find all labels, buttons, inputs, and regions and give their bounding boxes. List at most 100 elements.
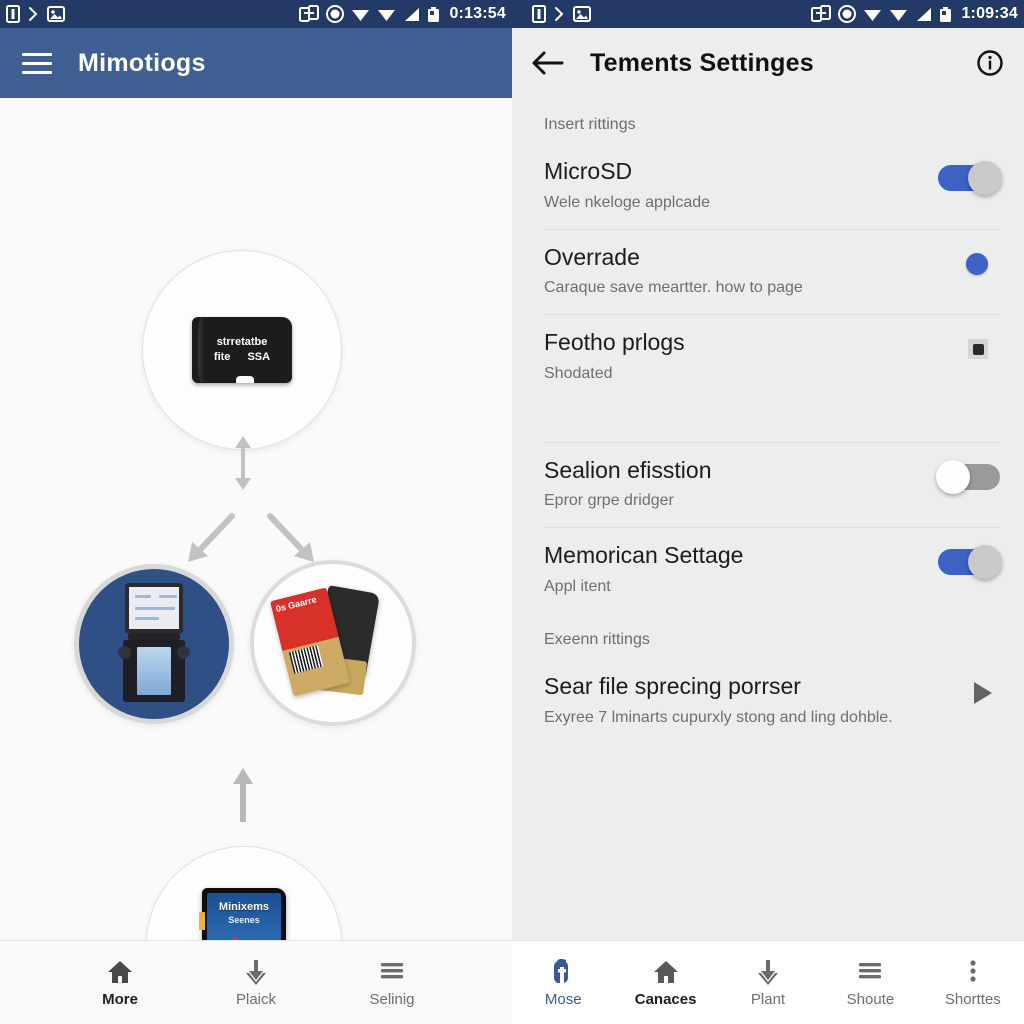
section-header-exeenn: Exeenn rittings [544, 630, 650, 648]
photo-icon [573, 6, 591, 22]
nav-item-plaick[interactable]: Plaick [188, 959, 324, 1007]
two-memory-cards-art: 0s Gaarre [270, 583, 393, 703]
right-app-bar: Tements Settinges [512, 28, 1024, 98]
nav-item-plant-label: Plant [750, 990, 786, 1008]
wifi-icon [889, 7, 908, 22]
overrade-radio[interactable] [966, 252, 988, 275]
battery-icon [939, 6, 952, 23]
more-vert-icon [959, 959, 987, 985]
settings-list: Insert rittings MicroSD Wele nkeloge app… [512, 98, 1024, 952]
settings-page-title: Tements Settinges [590, 48, 814, 77]
download-icon [754, 959, 782, 985]
sim-card-icon [532, 5, 546, 23]
screenshot-icon [811, 5, 832, 23]
settings-row-memorican-settage-title: Memorican Settage [544, 542, 744, 569]
double-arrow-vertical-icon [228, 434, 258, 492]
screenshot-icon [299, 5, 320, 23]
microsd-card-line3: SSA [247, 350, 271, 363]
nav-item-selinig[interactable]: Selinig [324, 959, 460, 1007]
left-status-bar: 0:13:54 [0, 0, 512, 28]
feotho-prlogs-indicator[interactable] [968, 339, 988, 360]
wifi-icon [863, 7, 882, 22]
wifi-icon [377, 7, 396, 22]
settings-row-overrade[interactable]: Overrade Caraque save meartter. how to p… [512, 230, 1024, 315]
nav-item-shoute-label: Shoute [846, 990, 895, 1008]
arrow-down-left-icon [182, 512, 238, 564]
right-phone-screen: 1:09:34 Tements Settinges Insert ritting… [512, 0, 1024, 1024]
dual-screen-device-art [118, 583, 190, 705]
settings-row-sealion-efisstion[interactable]: Sealion efisstion Epror grpe dridger [512, 443, 1024, 528]
right-status-time: 1:09:34 [961, 5, 1018, 22]
facebook-icon [549, 958, 577, 985]
nav-item-plaick-label: Plaick [235, 990, 276, 1008]
settings-row-sear-file-sprecing-subtitle: Exyree 7 lminarts cupurxly stong and lin… [544, 708, 893, 726]
nav-item-shorttes-label: Shorttes [944, 990, 1001, 1008]
play-arrow-icon[interactable] [974, 681, 992, 704]
section-header-insert: Insert rittings [544, 116, 636, 133]
photo-icon [47, 6, 65, 22]
left-app-bar: Mimotiogs [0, 28, 512, 98]
diagram-node-memory-cards[interactable]: 0s Gaarre [250, 560, 416, 726]
nav-item-mose-label: Mose [544, 990, 582, 1008]
home-icon [652, 959, 680, 985]
settings-row-sealion-efisstion-subtitle: Epror grpe dridger [544, 492, 674, 510]
nav-item-canaces[interactable]: Canaces [614, 959, 716, 1007]
list-icon [378, 959, 406, 985]
home-icon [106, 959, 134, 985]
settings-row-microsd-subtitle: Wele nkeloge applcade [544, 193, 711, 211]
nav-item-shorttes[interactable]: Shorttes [922, 959, 1024, 1007]
left-bottom-nav: More Plaick Selinig [0, 940, 512, 1024]
nav-item-more-label: More [102, 990, 138, 1008]
settings-row-sear-file-sprecing[interactable]: Sear file sprecing porrser Exyree 7 lmin… [512, 659, 1024, 744]
download-icon [242, 959, 270, 985]
storage-flow-diagram: strretatbe fite SSA 0s Gaarre Minixems S… [0, 98, 512, 1024]
left-phone-screen: 0:13:54 Mimotiogs strretatbe fite SSA 0s… [0, 0, 512, 1024]
microsd-card-line1: strretatbe [216, 335, 268, 348]
right-bottom-nav: Mose Canaces Plant Shoute Shorttes [512, 940, 1024, 1024]
memorican-settage-toggle[interactable] [938, 545, 1002, 580]
right-status-bar: 1:09:34 [512, 0, 1024, 28]
retail-card-text: 0s Gaarre [274, 594, 318, 615]
nav-item-canaces-label: Canaces [634, 990, 697, 1008]
nav-item-selinig-label: Selinig [369, 990, 415, 1008]
sealion-efisstion-toggle[interactable] [936, 459, 1000, 494]
nav-item-more[interactable]: More [52, 959, 188, 1007]
arrow-up-icon [228, 766, 258, 824]
settings-row-microsd[interactable]: MicroSD Wele nkeloge applcade [512, 144, 1024, 229]
signal-icon [403, 7, 420, 22]
record-icon [838, 5, 857, 23]
diagram-node-microsd-card[interactable]: strretatbe fite SSA [142, 250, 342, 450]
settings-row-overrade-subtitle: Caraque save meartter. how to page [544, 279, 803, 297]
arrow-down-right-icon [264, 512, 320, 564]
chevron-right-icon [554, 6, 565, 22]
package-line2: Seenes [228, 915, 260, 925]
black-microsd-card-art: strretatbe fite SSA [192, 317, 292, 383]
signal-icon [915, 7, 932, 22]
dual-screenshot-container: 0:13:54 Mimotiogs strretatbe fite SSA 0s… [0, 0, 1024, 1024]
list-icon [856, 959, 884, 985]
settings-row-overrade-title: Overrade [544, 243, 640, 270]
left-app-title: Mimotiogs [78, 48, 206, 77]
diagram-node-handheld-device[interactable] [74, 564, 234, 724]
settings-row-feotho-prlogs-subtitle: Shodated [544, 364, 613, 382]
settings-row-memorican-settage-subtitle: Appl itent [544, 577, 611, 595]
settings-row-sealion-efisstion-title: Sealion efisstion [544, 456, 712, 483]
battery-icon [427, 6, 440, 23]
settings-row-feotho-prlogs-title: Feotho prlogs [544, 329, 685, 356]
settings-row-memorican-settage[interactable]: Memorican Settage Appl itent [512, 528, 1024, 613]
nav-item-shoute[interactable]: Shoute [819, 959, 921, 1007]
settings-row-sear-file-sprecing-title: Sear file sprecing porrser [544, 672, 801, 699]
settings-row-microsd-title: MicroSD [544, 158, 633, 184]
wifi-icon [351, 7, 370, 22]
chevron-right-icon [28, 6, 39, 22]
hamburger-menu-icon[interactable] [22, 52, 52, 74]
settings-row-feotho-prlogs[interactable]: Feotho prlogs Shodated [512, 315, 1024, 400]
sim-card-icon [6, 5, 20, 23]
nav-item-mose[interactable]: Mose [512, 958, 614, 1008]
package-line1: Minixems [218, 901, 270, 913]
nav-item-plant[interactable]: Plant [717, 959, 819, 1007]
microsd-toggle[interactable] [938, 161, 1002, 195]
back-arrow-icon[interactable] [532, 50, 564, 76]
info-icon[interactable] [976, 49, 1004, 77]
microsd-card-line2: fite [213, 350, 231, 363]
